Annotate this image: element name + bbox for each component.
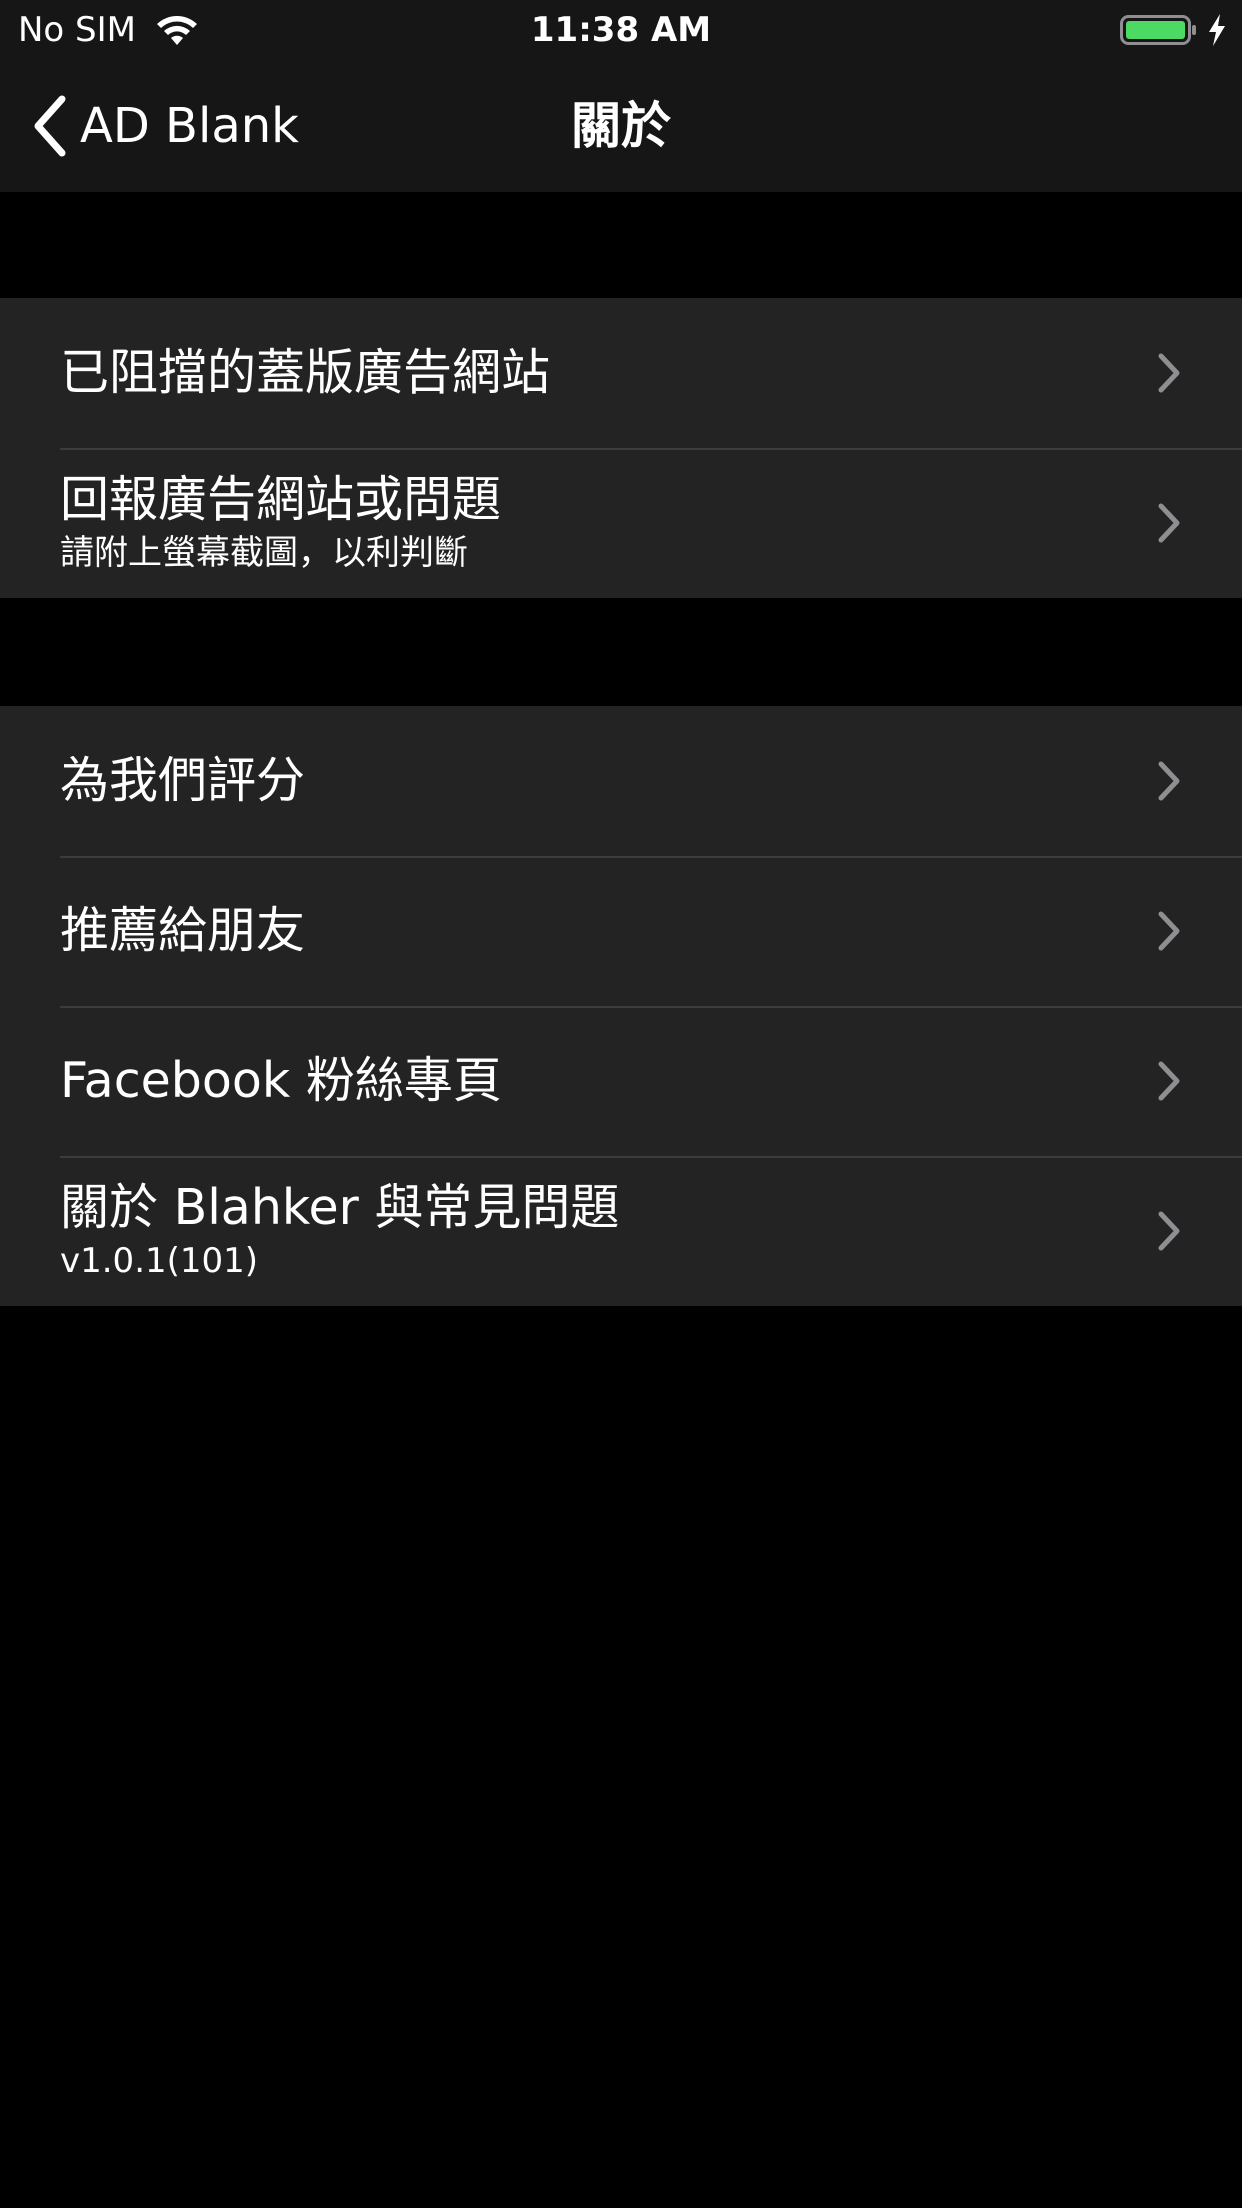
row-title: 關於 Blahker 與常見問題 — [60, 1179, 620, 1236]
row-title: 為我們評分 — [60, 752, 306, 809]
row-blocked-overlay-ad-sites[interactable]: 已阻擋的蓋版廣告網站 — [0, 298, 1242, 448]
row-facebook-fan-page[interactable]: Facebook 粉絲專頁 — [0, 1006, 1242, 1156]
back-button-label: AD Blank — [80, 98, 299, 154]
settings-section-blocking: 已阻擋的蓋版廣告網站 回報廣告網站或問題 請附上螢幕截圖，以利判斷 — [0, 298, 1242, 598]
chevron-right-icon — [1158, 353, 1180, 393]
chevron-left-icon — [34, 95, 66, 157]
row-about-blahker-faq[interactable]: 關於 Blahker 與常見問題 v1.0.1(101) — [0, 1156, 1242, 1306]
navigation-bar: 關於 AD Blank — [0, 60, 1242, 192]
chevron-right-icon — [1158, 1211, 1180, 1251]
row-title: 推薦給朋友 — [60, 902, 306, 959]
charging-icon — [1209, 14, 1225, 46]
app-version-label: v1.0.1(101) — [60, 1241, 259, 1281]
row-rate-us[interactable]: 為我們評分 — [0, 706, 1242, 856]
back-button[interactable]: AD Blank — [30, 90, 299, 162]
chevron-right-icon — [1158, 911, 1180, 951]
row-recommend-to-friends[interactable]: 推薦給朋友 — [0, 856, 1242, 1006]
settings-section-about: 為我們評分 推薦給朋友 Facebook 粉絲專頁 關於 Blahker 與常見… — [0, 706, 1242, 1306]
row-title: 回報廣告網站或問題 — [60, 471, 502, 528]
status-time: 11:38 AM — [530, 10, 712, 50]
chevron-right-icon — [1158, 503, 1180, 543]
chevron-right-icon — [1158, 761, 1180, 801]
row-title: 已阻擋的蓋版廣告網站 — [60, 344, 551, 401]
chevron-right-icon — [1158, 1061, 1180, 1101]
row-title: Facebook 粉絲專頁 — [60, 1052, 502, 1109]
status-bar: No SIM 11:38 AM — [0, 0, 1242, 60]
battery-icon — [1120, 15, 1196, 45]
row-report-ad-site[interactable]: 回報廣告網站或問題 請附上螢幕截圖，以利判斷 — [0, 448, 1242, 598]
row-subtitle: 請附上螢幕截圖，以利判斷 — [60, 533, 468, 573]
